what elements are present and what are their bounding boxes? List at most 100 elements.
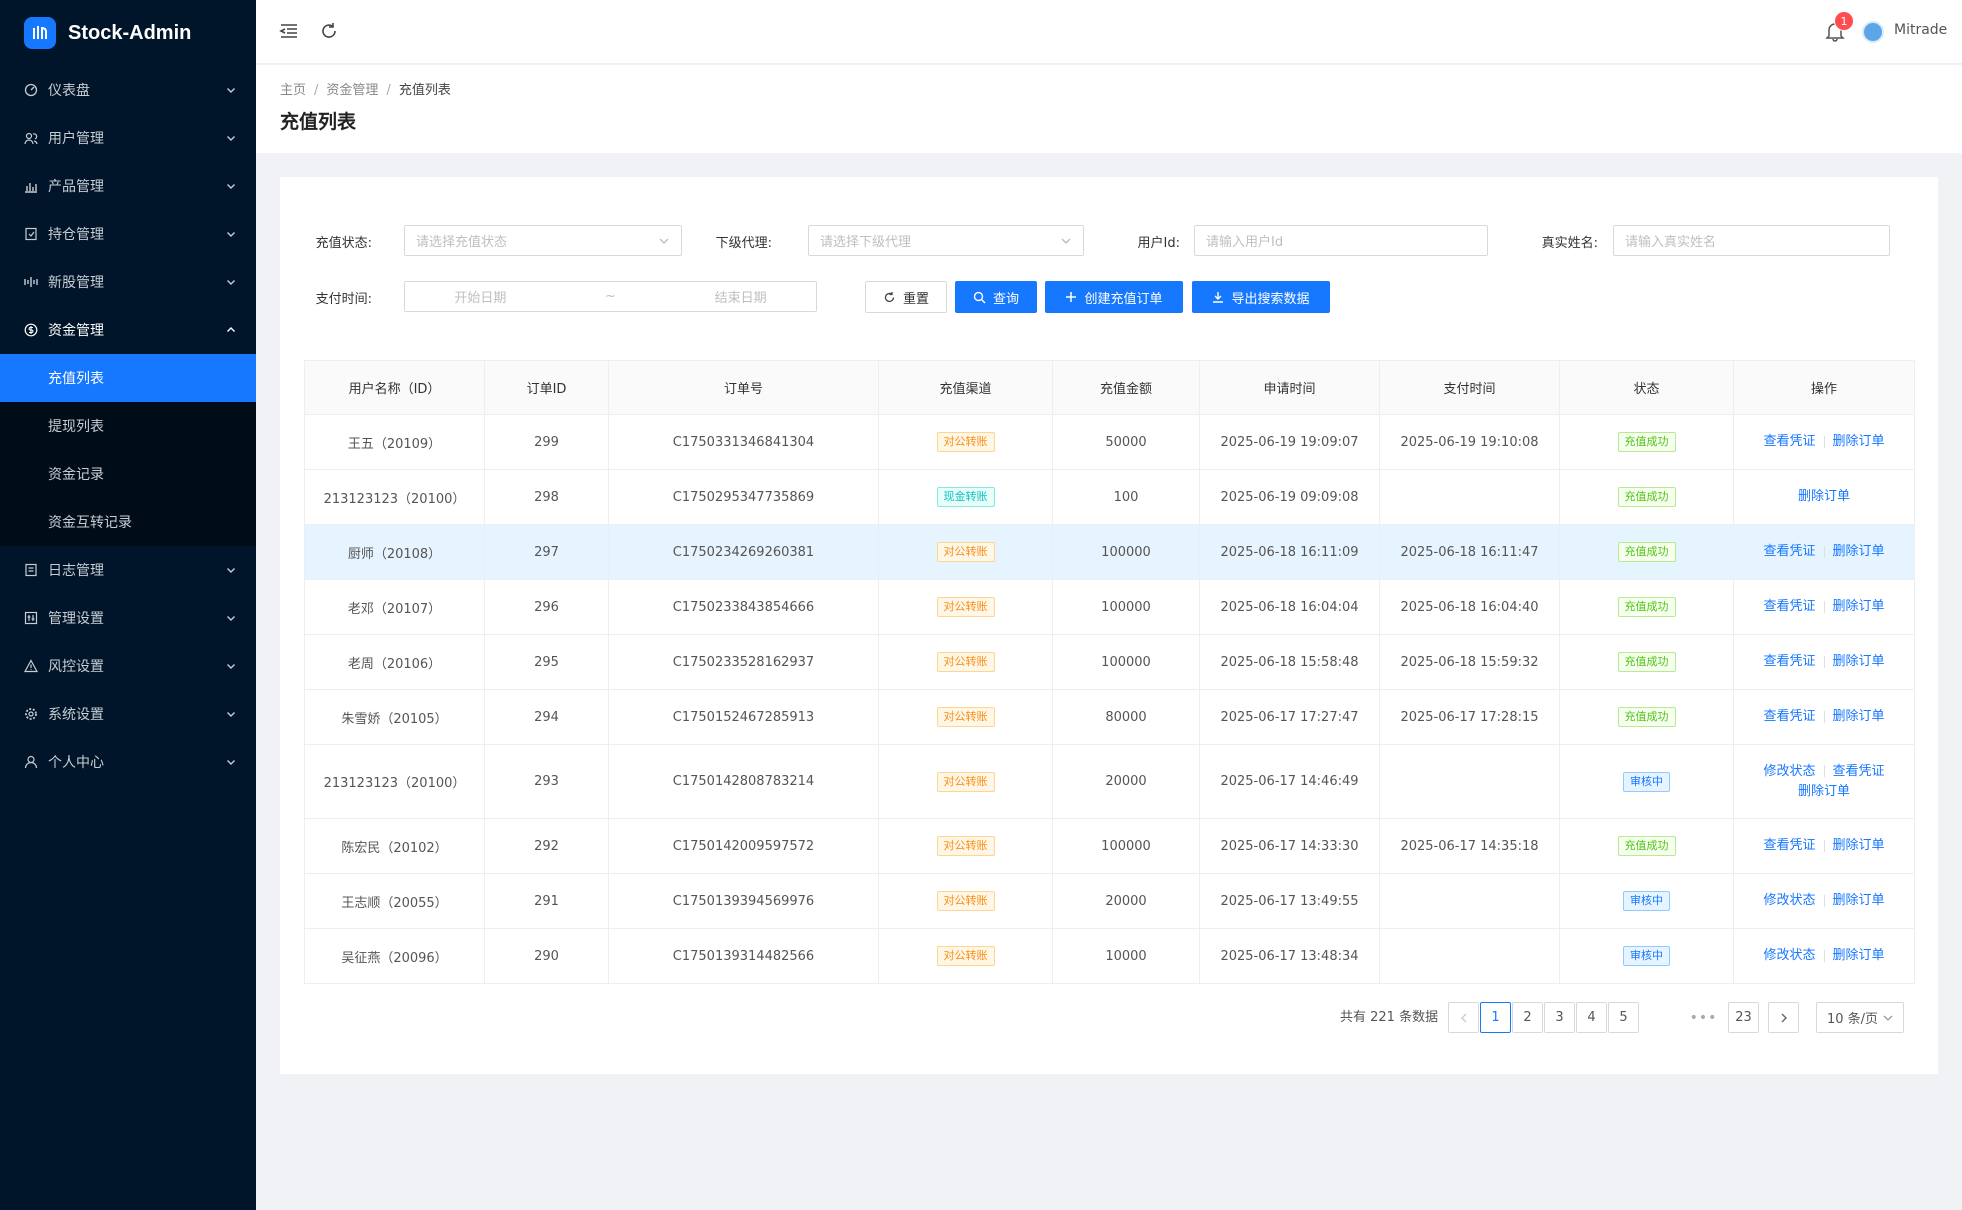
table-row[interactable]: 王志顺（20055） 291 C1750139394569976 对公转账 20000 2…	[304, 873, 1915, 929]
end-date-input[interactable]: 结束日期	[715, 287, 767, 306]
row-action-link[interactable]: 删除订单	[1798, 489, 1850, 504]
dashboard-icon	[24, 83, 38, 97]
sidebar-item-6[interactable]: 日志管理	[0, 546, 256, 594]
order-id-cell: 298	[484, 469, 609, 525]
export-button[interactable]: 导出搜索数据	[1192, 281, 1330, 313]
row-action-link[interactable]: 查看凭证	[1763, 599, 1815, 614]
submenu-item-0[interactable]: 充值列表	[0, 354, 256, 402]
row-action-link[interactable]: 查看凭证	[1763, 434, 1815, 449]
sidebar-item-10[interactable]: 个人中心	[0, 738, 256, 786]
row-action-link[interactable]: 修改状态	[1763, 893, 1815, 908]
page-button-4[interactable]: 4	[1576, 1002, 1607, 1033]
username[interactable]: Mitrade	[1894, 22, 1947, 38]
table-row[interactable]: 213123123（20100） 293 C1750142808783214 对公转账…	[304, 744, 1915, 819]
table-row[interactable]: 王五（20109） 299 C1750331346841304 对公转账 50000 20…	[304, 414, 1915, 470]
amount-cell: 100000	[1052, 579, 1200, 635]
sidebar-item-5[interactable]: 资金管理	[0, 306, 256, 354]
sidebar-item-label: 仪表盘	[48, 83, 90, 99]
sidebar-item-2[interactable]: 产品管理	[0, 162, 256, 210]
next-page-button[interactable]	[1768, 1002, 1799, 1033]
table-row[interactable]: 厨师（20108） 297 C1750234269260381 对公转账 100000 2…	[304, 524, 1915, 580]
table-row[interactable]: 朱雪娇（20105） 294 C1750152467285913 对公转账 80000 2…	[304, 689, 1915, 745]
user-cell: 王五（20109）	[304, 414, 485, 470]
status-badge: 充值成功	[1617, 542, 1676, 562]
order-id-cell: 299	[484, 414, 609, 470]
table-row[interactable]: 老邓（20107） 296 C1750233843854666 对公转账 100000 2…	[304, 579, 1915, 635]
create-order-button[interactable]: 创建充值订单	[1045, 281, 1183, 313]
column-header: 支付时间	[1379, 360, 1560, 415]
sidebar-item-4[interactable]: 新股管理	[0, 258, 256, 306]
channel-cell: 对公转账	[878, 414, 1053, 470]
page-button-1[interactable]: 1	[1480, 1002, 1511, 1033]
channel-tag: 对公转账	[936, 432, 995, 452]
amount-cell: 80000	[1052, 689, 1200, 745]
user-cell: 213123123（20100）	[304, 469, 485, 525]
sidebar-item-1[interactable]: 用户管理	[0, 114, 256, 162]
row-action-link[interactable]: 删除订单	[1833, 599, 1885, 614]
submenu-item-1[interactable]: 提现列表	[0, 402, 256, 450]
page-button-3[interactable]: 3	[1544, 1002, 1575, 1033]
row-action-link[interactable]: 删除订单	[1833, 709, 1885, 724]
refresh-icon[interactable]	[318, 20, 340, 42]
row-action-link[interactable]: 修改状态	[1763, 764, 1815, 779]
sidebar-item-8[interactable]: 风控设置	[0, 642, 256, 690]
row-action-link[interactable]: 删除订单	[1798, 784, 1850, 799]
sidebar: Stock-Admin 仪表盘用户管理 产品管理 持仓管理 新股管理 资金管理 充值列表提…	[0, 0, 256, 1210]
row-action-link[interactable]: 删除订单	[1833, 654, 1885, 669]
table-row[interactable]: 陈宏民（20102） 292 C1750142009597572 对公转账 100000…	[304, 818, 1915, 874]
user-cell: 朱雪娇（20105）	[304, 689, 485, 745]
status-cell: 充值成功	[1559, 579, 1734, 635]
order-no-cell: C1750233528162937	[608, 634, 879, 690]
avatar[interactable]	[1862, 21, 1884, 43]
download-icon	[1213, 292, 1224, 303]
reset-button[interactable]: 重置	[865, 281, 947, 313]
row-action-link[interactable]: 查看凭证	[1833, 764, 1885, 779]
row-action-link[interactable]: 删除订单	[1833, 838, 1885, 853]
logo[interactable]: Stock-Admin	[0, 0, 256, 66]
row-action-link[interactable]: 修改状态	[1763, 948, 1815, 963]
search-button[interactable]: 查询	[955, 281, 1037, 313]
page-button-last[interactable]: 23	[1728, 1002, 1759, 1033]
breadcrumb-fund[interactable]: 资金管理	[326, 83, 378, 98]
channel-cell: 对公转账	[878, 524, 1053, 580]
page-title: 充值列表	[280, 111, 357, 133]
column-header: 充值渠道	[878, 360, 1053, 415]
page-button-5[interactable]: 5	[1608, 1002, 1639, 1033]
sidebar-item-7[interactable]: 管理设置	[0, 594, 256, 642]
row-action-link[interactable]: 查看凭证	[1763, 654, 1815, 669]
submenu-item-3[interactable]: 资金互转记录	[0, 498, 256, 546]
column-header: 用户名称（ID）	[304, 360, 485, 415]
person-icon	[24, 755, 38, 769]
userid-input[interactable]: 请输入用户Id	[1194, 225, 1488, 256]
table-row[interactable]: 213123123（20100） 298 C1750295347735869 现金转账…	[304, 469, 1915, 525]
menu-fold-icon[interactable]	[278, 20, 300, 42]
prev-page-button[interactable]	[1448, 1002, 1479, 1033]
page-button-2[interactable]: 2	[1512, 1002, 1543, 1033]
paytime-range-picker[interactable]: 开始日期 ~ 结束日期	[404, 281, 817, 312]
agent-filter-label: 下级代理:	[715, 236, 772, 251]
pay-time-cell	[1379, 469, 1560, 525]
row-action-link[interactable]: 删除订单	[1833, 434, 1885, 449]
row-action-link[interactable]: 删除订单	[1833, 544, 1885, 559]
sidebar-item-0[interactable]: 仪表盘	[0, 66, 256, 114]
pagination-ellipsis[interactable]: •••	[1688, 1002, 1719, 1033]
realname-input[interactable]: 请输入真实姓名	[1613, 225, 1890, 256]
row-action-link[interactable]: 查看凭证	[1763, 544, 1815, 559]
table-row[interactable]: 吴征燕（20096） 290 C1750139314482566 对公转账 10000 2…	[304, 928, 1915, 984]
row-action-link[interactable]: 查看凭证	[1763, 709, 1815, 724]
row-action-link[interactable]: 删除订单	[1833, 893, 1885, 908]
submenu-item-2[interactable]: 资金记录	[0, 450, 256, 498]
start-date-input[interactable]: 开始日期	[454, 287, 506, 306]
breadcrumb-home[interactable]: 主页	[280, 83, 306, 98]
sidebar-item-9[interactable]: 系统设置	[0, 690, 256, 738]
page-size-select[interactable]: 10 条/页	[1816, 1002, 1904, 1033]
chevron-down-icon	[227, 712, 235, 717]
row-action-link[interactable]: 删除订单	[1833, 948, 1885, 963]
channel-cell: 对公转账	[878, 928, 1053, 984]
actions-cell: 查看凭证 删除订单	[1733, 634, 1915, 690]
agent-select[interactable]: 请选择下级代理	[808, 225, 1084, 256]
status-select[interactable]: 请选择充值状态	[404, 225, 682, 256]
sidebar-item-3[interactable]: 持仓管理	[0, 210, 256, 258]
table-row[interactable]: 老周（20106） 295 C1750233528162937 对公转账 100000 2…	[304, 634, 1915, 690]
row-action-link[interactable]: 查看凭证	[1763, 838, 1815, 853]
